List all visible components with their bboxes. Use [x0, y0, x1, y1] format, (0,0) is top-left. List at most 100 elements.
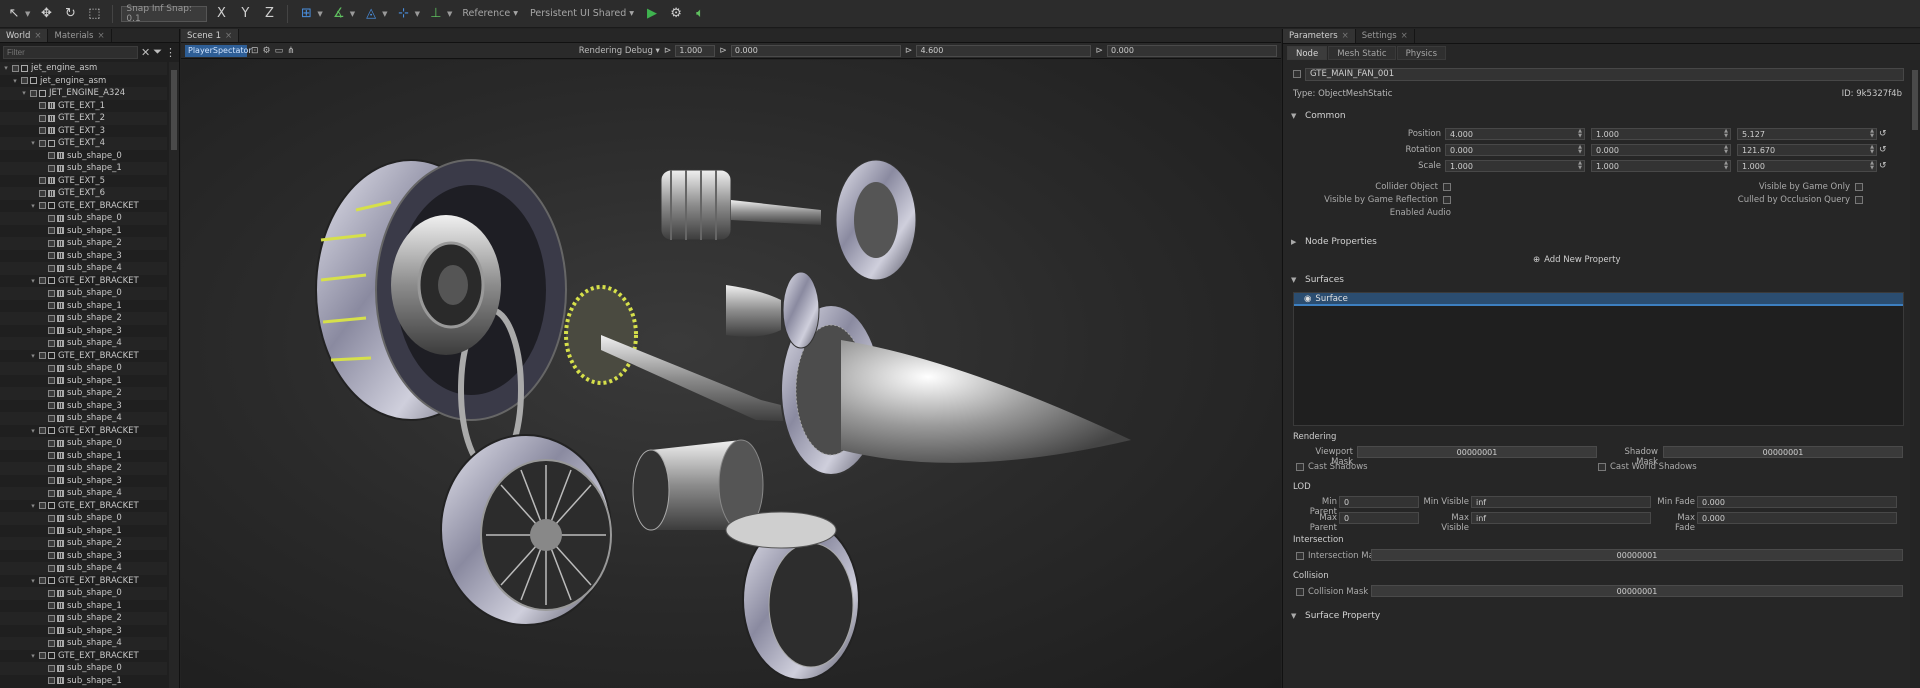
spinner-icon[interactable]: ▲ ▼	[1578, 129, 1584, 139]
tab-world[interactable]: World ×	[0, 29, 49, 42]
position-z-field[interactable]: 5.127 ▲ ▼	[1737, 128, 1877, 140]
tree-row[interactable]: sub_shape_1	[0, 675, 167, 688]
visibility-checkbox[interactable]	[48, 327, 55, 335]
scroll-thumb[interactable]	[171, 70, 177, 150]
collision-mask-field[interactable]: 00000001	[1371, 585, 1903, 597]
axis-gizmo-icon[interactable]: ⊥	[426, 4, 446, 24]
search-input[interactable]	[3, 45, 138, 59]
node-name-input[interactable]: GTE_MAIN_FAN_001	[1305, 67, 1904, 81]
chevron-down-icon[interactable]: ▼	[415, 10, 420, 18]
compressor-spool[interactable]	[660, 159, 917, 281]
tree-row[interactable]: ▾ GTE_EXT_BRACKET	[0, 275, 167, 288]
visibility-checkbox[interactable]	[30, 89, 37, 97]
shadow-mask-field[interactable]: 00000001	[1663, 446, 1903, 458]
visibility-checkbox[interactable]	[39, 189, 46, 197]
spinner-icon[interactable]: ▲ ▼	[1724, 145, 1730, 155]
visibility-checkbox[interactable]	[48, 314, 55, 322]
subtab-mesh-static[interactable]: Mesh Static	[1328, 46, 1396, 60]
visibility-checkbox[interactable]	[48, 664, 55, 672]
close-icon[interactable]: ×	[225, 29, 232, 42]
subtab-physics[interactable]: Physics	[1396, 46, 1447, 60]
visibility-checkbox[interactable]	[48, 677, 55, 685]
tree-row[interactable]: sub_shape_4	[0, 412, 167, 425]
pivot-icon[interactable]: ⊹	[394, 4, 414, 24]
chevron-down-icon[interactable]: ▼	[350, 10, 355, 18]
far-field[interactable]: 4.600	[916, 44, 1092, 57]
rotation-y-field[interactable]: 0.000 ▲ ▼	[1591, 144, 1731, 156]
visibility-checkbox[interactable]	[48, 414, 55, 422]
scale-z-field[interactable]: 1.000 ▲ ▼	[1737, 160, 1877, 172]
visibility-checkbox[interactable]	[48, 289, 55, 297]
gear-icon[interactable]: ⚙	[263, 46, 271, 56]
parameters-scrollbar[interactable]	[1910, 60, 1920, 688]
expand-all-icon[interactable]: ⋮	[165, 46, 176, 59]
reset-icon[interactable]: ↺	[1879, 161, 1889, 171]
visibility-icon[interactable]: ▭	[275, 46, 284, 56]
scale-icon[interactable]: ⬚	[84, 4, 104, 24]
max-parent-field[interactable]: 0	[1339, 512, 1419, 524]
section-node-properties[interactable]: ▶ Node Properties	[1291, 235, 1902, 248]
nose-cone[interactable]	[841, 340, 1131, 463]
subtab-node[interactable]: Node	[1287, 46, 1328, 60]
tree-row[interactable]: sub_shape_0	[0, 662, 167, 675]
tree-row[interactable]: ▾ JET_ENGINE_A324	[0, 87, 167, 100]
rotation-z-field[interactable]: 121.670 ▲ ▼	[1737, 144, 1877, 156]
visibility-checkbox[interactable]	[48, 564, 55, 572]
scale-x-field[interactable]: 1.000 ▲ ▼	[1445, 160, 1585, 172]
tree-row[interactable]: ▾ GTE_EXT_4	[0, 137, 167, 150]
chevron-down-icon[interactable]: ▾	[11, 77, 19, 85]
visibility-checkbox[interactable]	[48, 339, 55, 347]
visibility-checkbox[interactable]	[39, 177, 46, 185]
tree-row[interactable]: sub_shape_0	[0, 512, 167, 525]
visibility-checkbox[interactable]	[48, 514, 55, 522]
chevron-down-icon[interactable]: ▾	[29, 277, 37, 285]
tree-row[interactable]: GTE_EXT_5	[0, 175, 167, 188]
chevron-down-icon[interactable]: ▾	[29, 352, 37, 360]
tree-row[interactable]: sub_shape_2	[0, 237, 167, 250]
scale-y-field[interactable]: 1.000 ▲ ▼	[1591, 160, 1731, 172]
tree-row[interactable]: sub_shape_0	[0, 212, 167, 225]
visibility-checkbox[interactable]	[21, 77, 28, 85]
reset-icon[interactable]: ↺	[1879, 129, 1889, 139]
core-module[interactable]	[391, 215, 501, 355]
tree-row[interactable]: sub_shape_1	[0, 300, 167, 313]
y-axis-icon[interactable]: Y	[235, 4, 255, 24]
visibility-checkbox[interactable]	[39, 577, 46, 585]
visibility-checkbox[interactable]	[39, 114, 46, 122]
world-scrollbar[interactable]	[169, 62, 179, 688]
visibility-checkbox[interactable]	[48, 452, 55, 460]
tree-row[interactable]: sub_shape_0	[0, 587, 167, 600]
tree-row[interactable]: ▾ GTE_EXT_BRACKET	[0, 650, 167, 663]
filter-icon[interactable]: ⏷	[153, 45, 162, 59]
surfaces-list[interactable]: ◉ Surface	[1293, 292, 1904, 426]
chevron-down-icon[interactable]: ▾	[2, 64, 10, 72]
tree-row[interactable]: sub_shape_1	[0, 375, 167, 388]
chevron-down-icon[interactable]: ▼	[25, 10, 30, 18]
collider-checkbox[interactable]	[1443, 183, 1451, 191]
zoom-field[interactable]: 0.000	[1107, 44, 1277, 57]
chevron-down-icon[interactable]: ▼	[447, 10, 452, 18]
tree-row[interactable]: sub_shape_4	[0, 337, 167, 350]
visibility-checkbox[interactable]	[48, 489, 55, 497]
visibility-checkbox[interactable]	[39, 102, 46, 110]
min-fade-field[interactable]: 0.000	[1697, 496, 1897, 508]
visibility-checkbox[interactable]	[48, 589, 55, 597]
tree-row[interactable]: sub_shape_2	[0, 612, 167, 625]
tree-row[interactable]: ▾ GTE_EXT_BRACKET	[0, 200, 167, 213]
rotation-x-field[interactable]: 0.000 ▲ ▼	[1445, 144, 1585, 156]
tree-row[interactable]: sub_shape_1	[0, 525, 167, 538]
spinner-icon[interactable]: ▲ ▼	[1870, 129, 1876, 139]
tree-row[interactable]: ▾ GTE_EXT_BRACKET	[0, 350, 167, 363]
intersection-checkbox[interactable]	[1296, 552, 1304, 560]
tab-settings[interactable]: Settings ×	[1356, 29, 1415, 43]
visibility-checkbox[interactable]	[48, 214, 55, 222]
main-shaft[interactable]	[601, 335, 806, 422]
visibility-checkbox[interactable]	[48, 464, 55, 472]
spinner-icon[interactable]: ▲ ▼	[1578, 145, 1584, 155]
tab-scene[interactable]: Scene 1 ×	[181, 29, 240, 42]
max-fade-field[interactable]: 0.000	[1697, 512, 1897, 524]
rotate-icon[interactable]: ↻	[60, 4, 80, 24]
visibility-checkbox[interactable]	[39, 127, 46, 135]
snapping-dropdown[interactable]: Persistent UI Shared ▾	[526, 8, 638, 19]
scene-3d-canvas[interactable]	[181, 60, 1281, 688]
